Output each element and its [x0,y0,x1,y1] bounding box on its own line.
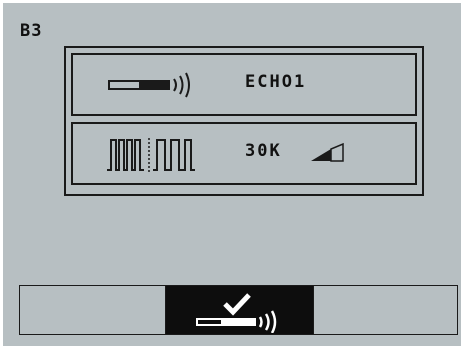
signal-strength-icon [307,141,347,163]
bottom-softkey-bar [19,285,458,335]
lcd-screen: B3 ECHO1 30K [3,3,461,346]
softkey-left[interactable] [20,286,166,334]
screen-id-label: B3 [20,21,43,41]
pulse-waveform-icon [103,134,203,174]
softkey-right[interactable] [313,286,457,334]
softkey-confirm-transmit[interactable] [166,286,313,334]
probe-transmit-icon [103,65,203,105]
frequency-label: 30K [245,141,282,161]
echo-mode-row[interactable]: ECHO1 [71,53,417,116]
settings-panel: ECHO1 30K [64,46,424,196]
frequency-row[interactable]: 30K [71,122,417,185]
confirm-transmit-icon [196,293,277,333]
echo-mode-label: ECHO1 [245,72,307,92]
